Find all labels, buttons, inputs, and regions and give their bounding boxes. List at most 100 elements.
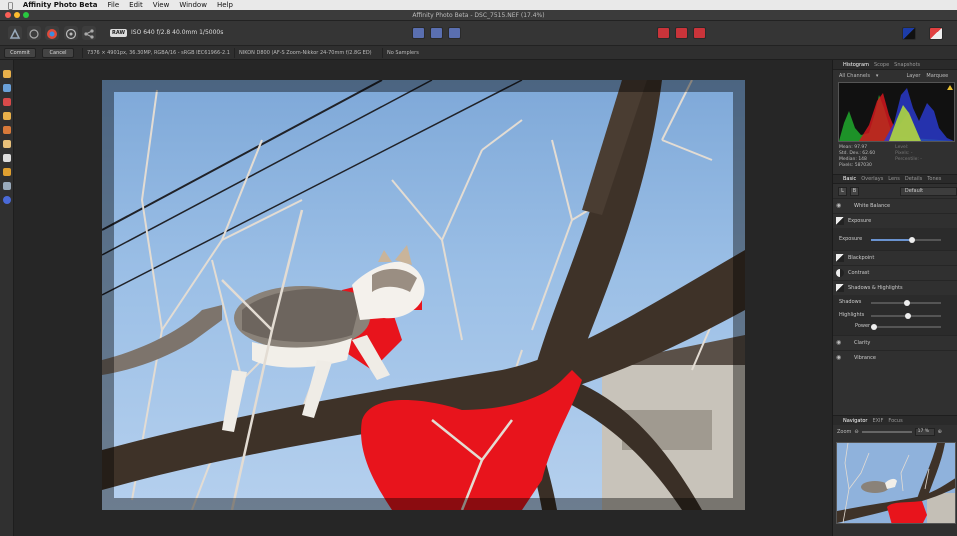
histogram-panel-tabs: Histogram Scope Snapshots xyxy=(833,60,957,70)
shadows-highlights-icon xyxy=(836,284,844,292)
histogram-stats: Mean: 97.97 Std. Dev.: 62.60 Median: 148… xyxy=(833,142,957,172)
highlights-slider-label: Highlights xyxy=(839,312,865,318)
tab-tones[interactable]: Tones xyxy=(927,176,941,182)
highlights-slider-knob[interactable] xyxy=(905,313,911,319)
zoom-field[interactable]: 17 % xyxy=(914,428,935,436)
liquify-persona-icon[interactable] xyxy=(27,26,41,40)
white-balance-tool-icon[interactable] xyxy=(3,168,11,176)
window-controls xyxy=(5,12,29,18)
tab-details[interactable]: Details xyxy=(905,176,922,182)
power-slider-knob[interactable] xyxy=(871,324,877,330)
tab-basic[interactable]: Basic xyxy=(843,176,856,182)
camera-info: NIKON D800 (AF-S Zoom-Nikkor 24-70mm f/2… xyxy=(234,48,376,58)
exposure-slider-knob[interactable] xyxy=(909,237,915,243)
shadows-slider-knob[interactable] xyxy=(904,300,910,306)
photo-canvas[interactable] xyxy=(102,80,745,510)
view-mode-2-button[interactable] xyxy=(430,27,443,39)
tab-snapshots[interactable]: Snapshots xyxy=(894,62,920,68)
menu-bar:  Affinity Photo Beta File Edit View Win… xyxy=(0,0,957,10)
adj-exposure-label: Exposure xyxy=(848,218,872,224)
shadows-slider-label: Shadows xyxy=(839,299,862,305)
adj-blackpoint-label: Blackpoint xyxy=(848,255,875,261)
menu-window[interactable]: Window xyxy=(179,1,207,9)
stat-pixels: Pixels: 587030 xyxy=(839,163,872,168)
view-tool-icon[interactable] xyxy=(3,70,11,78)
shadows-highlights-sliders: Shadows Highlights Power xyxy=(833,295,957,335)
exposure-icon xyxy=(836,217,844,225)
cancel-button[interactable]: Cancel xyxy=(42,48,74,58)
lock-button[interactable]: L xyxy=(838,186,847,196)
apple-icon[interactable]:  xyxy=(8,1,13,10)
color-picker-icon[interactable] xyxy=(3,196,11,204)
canvas-area[interactable] xyxy=(14,60,832,536)
close-window-button[interactable] xyxy=(5,12,11,18)
preferences-button[interactable] xyxy=(929,27,943,40)
chevron-down-icon[interactable]: ▾ xyxy=(876,73,879,79)
clipping-highlights-button[interactable] xyxy=(657,27,670,39)
channels-select[interactable]: All Channels xyxy=(839,73,870,79)
marquee-checkbox[interactable]: Marquee xyxy=(926,73,948,79)
tone-mapping-persona-icon[interactable] xyxy=(64,26,78,40)
zoom-slider[interactable] xyxy=(861,431,912,433)
share-icon[interactable] xyxy=(82,26,96,40)
commit-button[interactable]: Commit xyxy=(4,48,36,58)
warning-icon xyxy=(947,85,953,90)
main-toolbar: RAW ISO 640 f/2.8 40.0mm 1/5000s xyxy=(0,21,957,46)
zoom-in-icon[interactable]: ⊕ xyxy=(938,429,942,435)
tab-navigator[interactable]: Navigator xyxy=(843,418,867,424)
right-panel: Histogram Scope Snapshots All Channels ▾… xyxy=(832,60,957,536)
menu-view[interactable]: View xyxy=(153,1,170,9)
app-menu[interactable]: Affinity Photo Beta xyxy=(23,1,98,9)
adj-contrast[interactable]: Contrast xyxy=(833,265,957,280)
view-mode-1-button[interactable] xyxy=(412,27,425,39)
exposure-slider-label: Exposure xyxy=(839,236,863,242)
adj-contrast-label: Contrast xyxy=(848,270,870,276)
histogram-display xyxy=(838,82,955,142)
adj-vibrance[interactable]: ◉ Vibrance xyxy=(833,350,957,365)
adj-blackpoint[interactable]: Blackpoint xyxy=(833,250,957,265)
zoom-row: Zoom ⊖ 17 % ⊕ xyxy=(833,426,957,438)
menu-file[interactable]: File xyxy=(107,1,119,9)
blackpoint-icon xyxy=(836,254,844,262)
menu-edit[interactable]: Edit xyxy=(129,1,143,9)
preset-select[interactable]: Default xyxy=(899,186,957,196)
adj-exposure[interactable]: Exposure xyxy=(833,213,957,228)
eye-icon[interactable]: ◉ xyxy=(836,202,844,210)
before-after-button[interactable]: B xyxy=(849,186,859,196)
menu-help[interactable]: Help xyxy=(217,1,233,9)
tab-lens[interactable]: Lens xyxy=(888,176,900,182)
tab-focus[interactable]: Focus xyxy=(888,418,902,424)
power-slider-track[interactable] xyxy=(871,326,941,328)
tab-overlays[interactable]: Overlays xyxy=(861,176,883,182)
adj-clarity[interactable]: ◉ Clarity xyxy=(833,335,957,350)
red-eye-tool-icon[interactable] xyxy=(3,98,11,106)
develop-persona-icon[interactable] xyxy=(45,26,59,40)
histogram-options: All Channels ▾ Layer Marquee xyxy=(833,70,957,82)
navigator-preview[interactable] xyxy=(836,442,956,524)
minimize-window-button[interactable] xyxy=(14,12,20,18)
crop-tool-icon[interactable] xyxy=(3,182,11,190)
photo-persona-icon[interactable] xyxy=(8,26,22,40)
view-mode-3-button[interactable] xyxy=(448,27,461,39)
assistant-button[interactable] xyxy=(902,27,916,40)
zoom-window-button[interactable] xyxy=(23,12,29,18)
zoom-tool-icon[interactable] xyxy=(3,84,11,92)
adj-shadows-highlights-label: Shadows & Highlights xyxy=(848,285,903,291)
adj-shadows-highlights[interactable]: Shadows & Highlights xyxy=(833,280,957,295)
overlay-paint-tool-icon[interactable] xyxy=(3,126,11,134)
adj-white-balance[interactable]: ◉ White Balance xyxy=(833,198,957,213)
clipping-tones-button[interactable] xyxy=(693,27,706,39)
tab-exif[interactable]: EXIF xyxy=(872,418,883,424)
overlay-erase-tool-icon[interactable] xyxy=(3,140,11,148)
contrast-icon xyxy=(836,269,844,277)
tab-scope[interactable]: Scope xyxy=(874,62,889,68)
overlay-gradient-tool-icon[interactable] xyxy=(3,154,11,162)
navigator-panel-tabs: Navigator EXIF Focus xyxy=(833,415,957,425)
develop-tabs: Basic Overlays Lens Details Tones xyxy=(833,174,957,184)
stats-left: Mean: 97.97 Std. Dev.: 62.60 Median: 148… xyxy=(839,145,875,169)
blemish-tool-icon[interactable] xyxy=(3,112,11,120)
layer-checkbox[interactable]: Layer xyxy=(906,73,920,79)
zoom-out-icon[interactable]: ⊖ xyxy=(854,429,858,435)
clipping-shadows-button[interactable] xyxy=(675,27,688,39)
tab-histogram[interactable]: Histogram xyxy=(843,62,869,68)
